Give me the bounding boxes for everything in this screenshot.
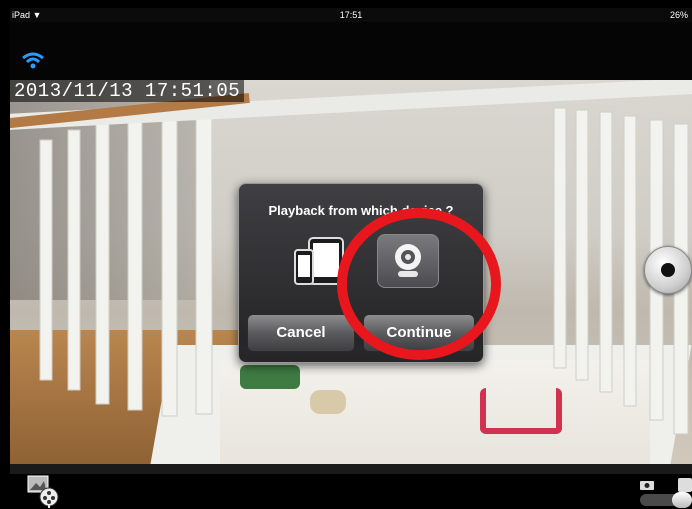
toggle-icon[interactable] (678, 478, 692, 492)
highlight-annotation-circle (337, 208, 501, 360)
status-bar: iPad ▼ 17:51 26% (10, 8, 692, 22)
playback-reel-icon[interactable] (26, 474, 62, 508)
app-screen: iPad ▼ 17:51 26% 2013/11/13 17:51:05 Pla… (10, 8, 692, 509)
top-bar (10, 22, 692, 80)
toolbar-separator (10, 464, 692, 474)
mode-slider-knob[interactable] (672, 492, 692, 508)
bottom-toolbar (10, 474, 692, 509)
status-time: 17:51 (339, 10, 363, 20)
wifi-icon (22, 52, 44, 69)
record-button[interactable] (644, 246, 692, 294)
video-timestamp: 2013/11/13 17:51:05 (10, 80, 245, 102)
snapshot-icon[interactable] (640, 480, 654, 490)
status-battery: 26% (669, 10, 688, 20)
cancel-button[interactable]: Cancel (247, 314, 355, 352)
